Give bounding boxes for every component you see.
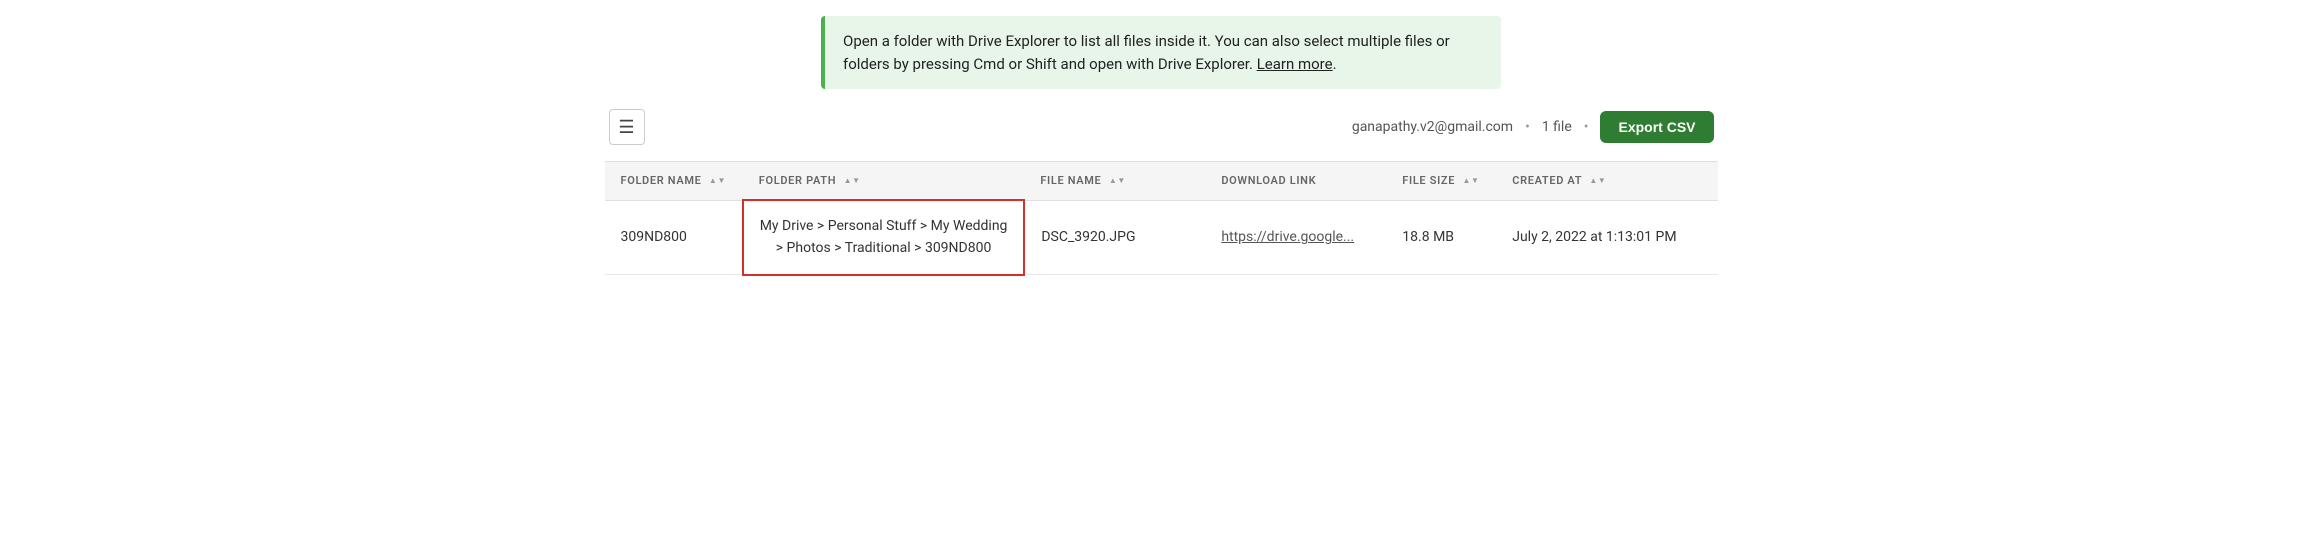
- banner-main-text: Open a folder with Drive Explorer to lis…: [843, 32, 1450, 73]
- menu-button[interactable]: ☰: [609, 109, 645, 145]
- sort-icon-created-at: ▲▼: [1589, 177, 1606, 185]
- col-header-file-size[interactable]: FILE SIZE ▲▼: [1386, 162, 1496, 201]
- col-folder-path-label: FOLDER PATH: [759, 174, 836, 187]
- created-at-value: July 2, 2022 at 1:13:01 PM: [1512, 229, 1676, 245]
- sort-icon-folder-path: ▲▼: [844, 177, 861, 185]
- folder-path-value: My Drive > Personal Stuff > My Wedding >…: [760, 218, 1008, 256]
- cell-created-at: July 2, 2022 at 1:13:01 PM: [1496, 200, 1717, 275]
- toolbar: ☰ ganapathy.v2@gmail.com • 1 file • Expo…: [605, 109, 1718, 145]
- user-email: ganapathy.v2@gmail.com: [1352, 119, 1513, 135]
- download-link-value[interactable]: https://drive.google...: [1221, 229, 1354, 245]
- export-csv-button[interactable]: Export CSV: [1600, 111, 1713, 143]
- table-body: 309ND800 My Drive > Personal Stuff > My …: [605, 200, 1718, 275]
- col-file-size-label: FILE SIZE: [1402, 174, 1455, 187]
- dot-separator-2: •: [1584, 119, 1589, 135]
- cell-folder-name: 309ND800: [605, 200, 743, 275]
- col-header-folder-name[interactable]: FOLDER NAME ▲▼: [605, 162, 743, 201]
- file-count: 1 file: [1542, 119, 1572, 135]
- sort-icon-file-size: ▲▼: [1462, 177, 1479, 185]
- sort-icon-folder-name: ▲▼: [709, 177, 726, 185]
- col-header-file-name[interactable]: FILE NAME ▲▼: [1024, 162, 1205, 201]
- file-name-value: DSC_3920.JPG: [1041, 229, 1135, 245]
- dot-separator-1: •: [1525, 119, 1530, 135]
- file-size-value: 18.8 MB: [1402, 229, 1454, 245]
- toolbar-right: ganapathy.v2@gmail.com • 1 file • Export…: [1352, 111, 1714, 143]
- col-header-download-link: DOWNLOAD LINK: [1205, 162, 1386, 201]
- folder-name-value: 309ND800: [621, 229, 687, 245]
- col-header-folder-path[interactable]: FOLDER PATH ▲▼: [743, 162, 1025, 201]
- banner-text: Open a folder with Drive Explorer to lis…: [843, 30, 1483, 75]
- col-created-at-label: CREATED AT: [1512, 174, 1582, 187]
- col-file-name-label: FILE NAME: [1040, 174, 1101, 187]
- table-row: 309ND800 My Drive > Personal Stuff > My …: [605, 200, 1718, 275]
- col-folder-name-label: FOLDER NAME: [621, 174, 702, 187]
- cell-folder-path: My Drive > Personal Stuff > My Wedding >…: [743, 200, 1025, 275]
- cell-download-link[interactable]: https://drive.google...: [1205, 200, 1386, 275]
- page-wrapper: Open a folder with Drive Explorer to lis…: [581, 0, 1742, 292]
- col-download-label: DOWNLOAD LINK: [1221, 174, 1316, 187]
- data-table: FOLDER NAME ▲▼ FOLDER PATH ▲▼ FILE NAME …: [605, 161, 1718, 276]
- sort-icon-file-name: ▲▼: [1109, 177, 1126, 185]
- learn-more-link[interactable]: Learn more: [1257, 55, 1333, 73]
- cell-file-name: DSC_3920.JPG: [1024, 200, 1205, 275]
- table-header: FOLDER NAME ▲▼ FOLDER PATH ▲▼ FILE NAME …: [605, 162, 1718, 201]
- col-header-created-at[interactable]: CREATED AT ▲▼: [1496, 162, 1717, 201]
- info-banner: Open a folder with Drive Explorer to lis…: [821, 16, 1501, 89]
- cell-file-size: 18.8 MB: [1386, 200, 1496, 275]
- hamburger-icon: ☰: [618, 117, 634, 138]
